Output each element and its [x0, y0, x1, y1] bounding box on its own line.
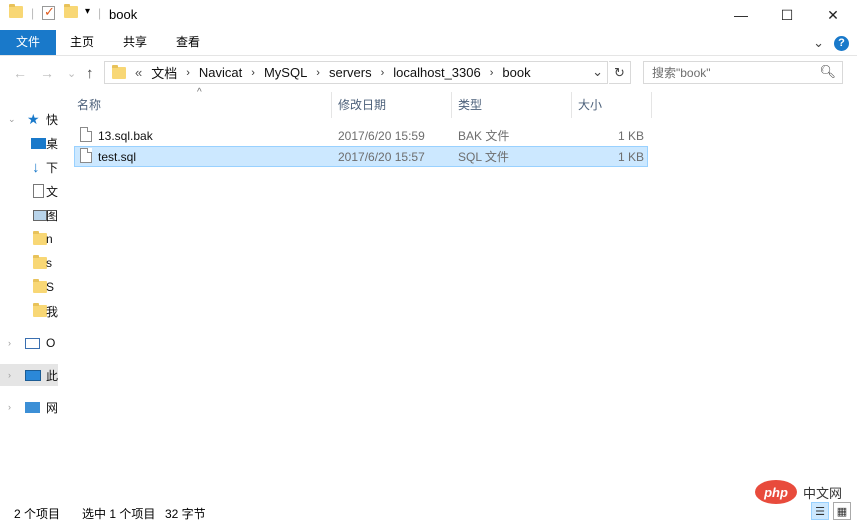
column-header-modified[interactable]: 修改日期 [332, 92, 452, 118]
nav-folder-S[interactable]: S [0, 276, 58, 298]
search-icon[interactable]: 🔍︎ [819, 64, 836, 80]
tab-share[interactable]: 共享 [117, 30, 153, 55]
window-title: book [109, 7, 138, 22]
column-header-size[interactable]: 大小 [572, 92, 652, 118]
nav-documents[interactable]: 文 [0, 180, 58, 202]
column-header-type[interactable]: 类型 [452, 92, 572, 118]
expand-ribbon-chevron-icon[interactable]: ⌄ [813, 35, 824, 51]
nav-folder-wo[interactable]: 我 [0, 300, 58, 322]
quick-access-folder-icon[interactable] [9, 4, 23, 18]
up-button[interactable]: ↑ [86, 65, 94, 82]
nav-downloads[interactable]: ↓ 下 [0, 156, 58, 178]
breadcrumb-separator-icon[interactable]: › [186, 67, 190, 79]
file-name: test.sql [98, 149, 137, 164]
file-row-test-sql[interactable]: test.sql 2017/6/20 15:57 SQL 文件 1 KB [74, 146, 648, 167]
title-divider: | [98, 6, 102, 20]
status-bar: 2 个项目 选中 1 个项目 32 字节 ☰ ▦ [0, 500, 857, 524]
new-folder-icon[interactable] [64, 4, 78, 18]
download-icon: ↓ [32, 158, 40, 176]
star-icon: ★ [27, 110, 40, 127]
breadcrumb-book[interactable]: book [502, 65, 530, 80]
status-selection: 选中 1 个项目 [82, 507, 156, 521]
sort-ascending-icon: ^ [197, 87, 202, 98]
address-dropdown-chevron-icon[interactable]: ⌄ [592, 64, 603, 80]
quick-access-divider: | [31, 6, 35, 20]
ribbon-tabs: 文件 主页 共享 查看 ⌄ ? [0, 30, 857, 56]
breadcrumb-overflow-icon[interactable]: « [135, 65, 142, 80]
php-logo: php [755, 480, 797, 504]
search-placeholder: 搜索"book" [652, 66, 711, 80]
status-size: 32 字节 [165, 507, 206, 521]
properties-icon[interactable] [42, 4, 55, 20]
breadcrumb-separator-icon[interactable]: › [381, 67, 385, 79]
back-button[interactable]: ← [13, 65, 27, 81]
nav-network[interactable]: › 网 [0, 396, 58, 418]
document-icon [33, 184, 44, 198]
title-bar: | ▾ | book — ☐ ✕ [0, 0, 857, 30]
nav-quick-access[interactable]: ⌄ ★ 快 [0, 108, 58, 130]
folder-icon [33, 303, 47, 317]
tab-file[interactable]: 文件 [0, 30, 56, 55]
onedrive-icon [25, 337, 40, 349]
desktop-icon [31, 137, 46, 149]
details-view-icon[interactable]: ☰ [811, 502, 829, 520]
forward-button[interactable]: → [40, 65, 54, 81]
tab-view[interactable]: 查看 [170, 30, 206, 55]
picture-icon [33, 209, 47, 221]
breadcrumb-mysql[interactable]: MySQL [264, 65, 307, 80]
folder-icon [33, 279, 47, 293]
breadcrumb-localhost[interactable]: localhost_3306 [393, 65, 480, 80]
breadcrumb-documents[interactable]: 文档 [151, 63, 177, 82]
file-type: SQL 文件 [458, 150, 509, 164]
expand-chevron-icon[interactable]: › [8, 402, 11, 412]
address-bar[interactable]: « 文档 › Navicat › MySQL › servers › local… [104, 61, 608, 84]
file-row-13-sql-bak[interactable]: 13.sql.bak 2017/6/20 15:59 BAK 文件 1 KB [74, 125, 648, 146]
minimize-button[interactable]: — [718, 0, 764, 30]
watermark-text: 中文网 [803, 485, 843, 501]
file-size: 1 KB [617, 149, 644, 164]
breadcrumb-separator-icon[interactable]: › [490, 67, 494, 79]
navigation-pane: ⌄ ★ 快 桌 ↓ 下 文 图 n s S 我 › O › 此 › 网 [0, 92, 58, 496]
nav-folder-n[interactable]: n [0, 228, 58, 250]
nav-this-pc[interactable]: › 此 [0, 364, 58, 386]
customize-toolbar-chevron-icon[interactable]: ▾ [85, 6, 90, 17]
nav-folder-s[interactable]: s [0, 252, 58, 274]
file-modified: 2017/6/20 15:57 [338, 149, 425, 164]
large-icons-view-icon[interactable]: ▦ [833, 502, 851, 520]
address-folder-icon [112, 64, 126, 79]
close-button[interactable]: ✕ [810, 0, 856, 30]
file-type: BAK 文件 [458, 129, 510, 143]
breadcrumb-servers[interactable]: servers [329, 65, 372, 80]
nav-desktop[interactable]: 桌 [0, 132, 58, 154]
this-pc-icon [25, 369, 41, 381]
nav-pictures[interactable]: 图 [0, 204, 58, 226]
file-icon [80, 127, 92, 142]
expand-chevron-icon[interactable]: › [8, 370, 11, 380]
file-size: 1 KB [617, 128, 644, 143]
breadcrumb-navicat[interactable]: Navicat [199, 65, 242, 80]
recent-locations-chevron-icon[interactable]: ⌄ [67, 67, 76, 80]
expand-chevron-icon[interactable]: › [8, 338, 11, 348]
watermark: php 中文网 [755, 480, 842, 504]
status-item-count: 2 个项目 [14, 507, 61, 521]
folder-icon [33, 231, 47, 245]
file-icon [80, 148, 92, 163]
network-icon [25, 401, 40, 413]
help-icon[interactable]: ? [834, 35, 849, 51]
file-name: 13.sql.bak [98, 128, 153, 143]
search-input[interactable]: 搜索"book" 🔍︎ [643, 61, 843, 84]
expand-chevron-icon[interactable]: ⌄ [8, 114, 16, 125]
maximize-button[interactable]: ☐ [764, 0, 810, 30]
breadcrumb-separator-icon[interactable]: › [316, 67, 320, 79]
nav-onedrive[interactable]: › O [0, 332, 58, 354]
refresh-button[interactable]: ↻ [609, 61, 631, 84]
file-modified: 2017/6/20 15:59 [338, 128, 425, 143]
folder-icon [33, 255, 47, 269]
breadcrumb-separator-icon[interactable]: › [251, 67, 255, 79]
tab-home[interactable]: 主页 [64, 30, 100, 55]
